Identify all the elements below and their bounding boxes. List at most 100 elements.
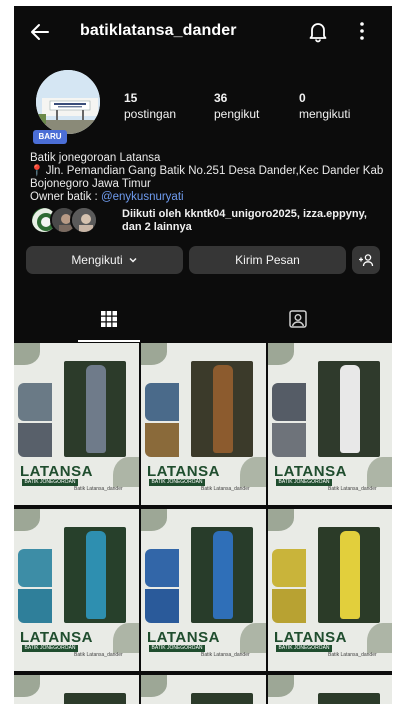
avatar-image [34,68,102,136]
add-person-button[interactable] [352,246,380,274]
brand-sublabel: BATIK JONEGOROAN [276,645,332,652]
bio-address: Jln. Pemandian Gang Batik No.251 Desa Da… [30,165,384,190]
followed-by-text: Diikuti oleh kkntk04_unigoro2025, izza.e… [122,208,367,233]
profile-tabs [14,296,392,342]
brand-sublabel: BATIK JONEGOROAN [149,479,205,486]
stat-followers[interactable]: 36 pengikut [214,90,259,122]
leaf-decoration [268,509,294,531]
dress-image [340,365,360,453]
send-message-button[interactable]: Kirim Pesan [189,246,346,274]
dress-image [86,365,106,453]
brand-label: LATANSA [147,463,220,480]
leaf-decoration [14,343,40,365]
stat-posts-count: 15 [124,91,138,105]
brand-label: LATANSA [20,629,93,646]
new-badge: BARU [33,130,67,144]
stat-posts-label: postingan [124,107,177,121]
top-bar: batiklatansa_dander [14,6,392,58]
post-thumbnail[interactable]: LATANSA BATIK JONEGOROAN Batik Latansa_d… [268,509,392,671]
detail-photo [18,589,52,623]
post-thumbnail[interactable]: LATANSA BATIK JONEGOROAN Batik Latansa_d… [141,509,266,671]
following-button-label: Mengikuti [71,253,123,267]
brand-label: LATANSA [20,463,93,480]
leaf-decoration [268,343,294,365]
stat-following-label: mengikuti [299,107,351,121]
stat-posts[interactable]: 15 postingan [124,90,176,122]
more-options-icon[interactable] [352,19,372,43]
detail-photo [145,589,179,623]
stat-followers-label: pengikut [214,107,260,121]
detail-photo [272,423,306,457]
bio-owner-line: Owner batik : @enykusnuryati [30,191,386,204]
signature-text: Batik Latansa_dander [201,486,250,492]
leaf-decoration [367,457,392,487]
detail-photo [145,383,179,421]
chevron-down-icon [129,257,137,263]
product-photo [318,693,380,704]
leaf-decoration [14,509,40,531]
storefront-photo [36,70,100,134]
signature-text: Batik Latansa_dander [201,652,250,658]
leaf-decoration [113,457,139,487]
leaf-decoration [268,675,294,697]
post-thumbnail[interactable]: LATANSA BATIK JONEGOROAN Batik Latansa_d… [14,343,139,505]
stat-following[interactable]: 0 mengikuti [299,90,350,122]
brand-sublabel: BATIK JONEGOROAN [22,479,78,486]
detail-photo [272,383,306,421]
followed-by-row[interactable]: Diikuti oleh kkntk04_unigoro2025, izza.e… [30,206,386,238]
brand-label: LATANSA [147,629,220,646]
bell-icon[interactable] [306,19,330,43]
dress-image [86,531,106,619]
leaf-decoration [141,509,167,531]
active-tab-indicator [78,340,140,342]
stat-followers-count: 36 [214,91,228,105]
leaf-decoration [14,675,40,697]
tagged-person-icon [288,310,307,328]
dress-image [340,531,360,619]
bio-owner-prefix: Owner batik : [30,191,101,203]
stat-following-count: 0 [299,91,306,105]
leaf-decoration [141,343,167,365]
leaf-decoration [141,675,167,697]
dress-image [213,365,233,453]
post-thumbnail[interactable] [14,675,139,704]
brand-label: LATANSA [274,629,347,646]
brand-sublabel: BATIK JONEGOROAN [276,479,332,486]
signature-text: Batik Latansa_dander [74,486,123,492]
pin-icon: 📍 [30,165,44,177]
brand-sublabel: BATIK JONEGOROAN [22,645,78,652]
detail-photo [18,423,52,457]
product-photo [191,693,253,704]
bio-address-line: 📍 Jln. Pemandian Gang Batik No.251 Desa D… [30,165,386,191]
profile-username: batiklatansa_dander [80,22,237,39]
detail-photo [18,549,52,587]
tab-posts-grid[interactable] [14,296,203,342]
send-message-label: Kirim Pesan [235,253,300,267]
brand-sublabel: BATIK JONEGOROAN [149,645,205,652]
grid-icon [100,311,117,327]
product-photo [64,693,126,704]
app-root: batiklatansa_dander BARU 15 postingan 36… [0,0,394,704]
leaf-decoration [240,623,266,653]
detail-photo [272,549,306,587]
detail-photo [145,549,179,587]
owner-mention-link[interactable]: @enykusnuryati [101,191,184,203]
post-thumbnail[interactable]: LATANSA BATIK JONEGOROAN Batik Latansa_d… [14,509,139,671]
leaf-decoration [113,623,139,653]
brand-label: LATANSA [274,463,347,480]
tab-tagged[interactable] [203,296,392,342]
detail-photo [272,589,306,623]
back-arrow-icon[interactable] [28,20,52,44]
bio-name: Batik jonegoroan Latansa [30,152,161,164]
post-thumbnail[interactable]: LATANSA BATIK JONEGOROAN Batik Latansa_d… [268,343,392,505]
following-button[interactable]: Mengikuti [26,246,183,274]
post-thumbnail[interactable]: LATANSA BATIK JONEGOROAN Batik Latansa_d… [141,343,266,505]
follower-avatar [70,206,98,234]
detail-photo [18,383,52,421]
leaf-decoration [240,457,266,487]
signature-text: Batik Latansa_dander [328,486,377,492]
post-thumbnail[interactable] [141,675,266,704]
detail-photo [145,423,179,457]
signature-text: Batik Latansa_dander [328,652,377,658]
post-thumbnail[interactable] [268,675,392,704]
